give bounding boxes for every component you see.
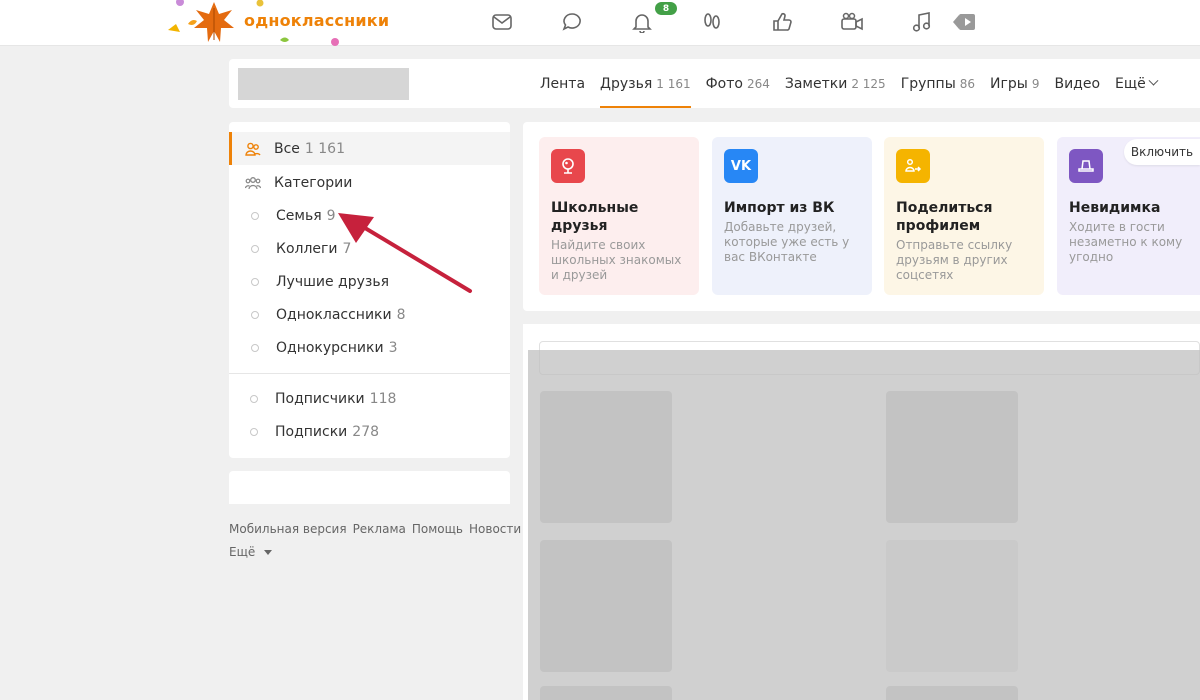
card-description: Найдите своих школьных знакомых и друзей bbox=[551, 238, 682, 282]
footer-link-news[interactable]: Новости bbox=[469, 522, 521, 536]
menu-item-subscribers[interactable]: Подписчики 118 bbox=[229, 382, 510, 415]
footer-links: Мобильная версия Реклама Помощь Новости Ещё bbox=[229, 518, 521, 564]
footer-link-mobile[interactable]: Мобильная версия bbox=[229, 522, 347, 536]
tab-label: Заметки bbox=[784, 75, 848, 92]
menu-item-count: 8 bbox=[396, 306, 406, 323]
discussions-icon[interactable] bbox=[558, 8, 586, 36]
footer-more-label: Ещё bbox=[229, 545, 256, 559]
tab-label: Ещё bbox=[1115, 75, 1146, 92]
menu-item-coursemates[interactable]: Однокурсники 3 bbox=[229, 331, 510, 364]
menu-item-categories[interactable]: Категории bbox=[229, 166, 510, 199]
enable-invisible-button[interactable]: Включить bbox=[1124, 139, 1200, 165]
menu-item-subscriptions[interactable]: Подписки 278 bbox=[229, 415, 510, 448]
notifications-badge: 8 bbox=[654, 1, 678, 16]
share-icon bbox=[896, 149, 930, 183]
footer-link-help[interactable]: Помощь bbox=[412, 522, 463, 536]
profile-name-placeholder bbox=[238, 68, 409, 100]
music-icon[interactable] bbox=[908, 8, 936, 36]
card-title: Невидимка bbox=[1069, 200, 1161, 216]
bullet-icon bbox=[251, 343, 259, 352]
card-description: Добавьте друзей, которые уже есть у вас … bbox=[724, 220, 850, 264]
bullet-icon bbox=[251, 310, 259, 319]
tab-label: Игры bbox=[990, 75, 1028, 92]
likes-icon[interactable] bbox=[768, 8, 796, 36]
tab-video[interactable]: Видео bbox=[1054, 59, 1100, 108]
menu-item-label: Коллеги bbox=[276, 240, 338, 257]
menu-item-label: Подписчики bbox=[275, 390, 365, 407]
footer-link-ads[interactable]: Реклама bbox=[353, 522, 406, 536]
card-share-profile[interactable]: Поделиться профилем Отправьте ссылку дру… bbox=[884, 137, 1044, 295]
empty-widget bbox=[229, 471, 510, 504]
menu-item-classmates[interactable]: Одноклассники 8 bbox=[229, 298, 510, 331]
tab-games[interactable]: Игры 9 bbox=[990, 59, 1039, 108]
profile-header: Лента Друзья 1 161 Фото 264 Заметки 2 125 Г… bbox=[229, 59, 1200, 108]
tab-count: 264 bbox=[746, 76, 770, 91]
tab-notes[interactable]: Заметки 2 125 bbox=[785, 59, 886, 108]
invisible-icon bbox=[1069, 149, 1103, 183]
group-icon bbox=[245, 175, 261, 191]
card-school-friends[interactable]: Школьные друзья Найдите своих школьных з… bbox=[539, 137, 699, 295]
tab-photos[interactable]: Фото 264 bbox=[706, 59, 770, 108]
vk-icon: VK bbox=[724, 149, 758, 183]
tab-count: 2 125 bbox=[851, 76, 886, 91]
bullet-icon bbox=[250, 394, 258, 403]
bullet-icon bbox=[251, 244, 259, 253]
tab-friends[interactable]: Друзья 1 161 bbox=[600, 59, 691, 108]
school-icon bbox=[551, 149, 585, 183]
bullet-icon bbox=[251, 211, 259, 220]
site-logo[interactable]: одноклассники bbox=[160, 0, 390, 46]
chevron-down-icon bbox=[1148, 75, 1159, 86]
menu-item-count: 278 bbox=[352, 423, 380, 440]
notifications-icon[interactable] bbox=[628, 8, 656, 36]
logo-text: одноклассники bbox=[244, 11, 390, 30]
messages-icon[interactable] bbox=[488, 8, 516, 36]
tab-label: Группы bbox=[900, 75, 956, 92]
card-title: Школьные друзья bbox=[551, 200, 639, 234]
menu-divider bbox=[229, 373, 510, 374]
caret-down-icon bbox=[264, 550, 273, 555]
tab-count: 1 161 bbox=[656, 76, 691, 91]
card-title: Поделиться профилем bbox=[896, 200, 993, 234]
tab-label: Видео bbox=[1054, 75, 1101, 92]
menu-item-label: Одноклассники bbox=[276, 306, 392, 323]
tab-feed[interactable]: Лента bbox=[540, 59, 585, 108]
tab-more[interactable]: Ещё bbox=[1115, 59, 1159, 108]
menu-item-count: 1 161 bbox=[304, 140, 346, 157]
profile-tabs: Лента Друзья 1 161 Фото 264 Заметки 2 125 Г… bbox=[540, 59, 1172, 108]
tab-count: 86 bbox=[959, 76, 976, 91]
tab-label: Лента bbox=[540, 75, 586, 92]
tv-icon[interactable] bbox=[950, 8, 978, 36]
users-icon bbox=[245, 141, 261, 157]
video-icon[interactable] bbox=[838, 8, 866, 36]
card-vk-import[interactable]: VK Импорт из ВК Добавьте друзей, которые… bbox=[712, 137, 872, 295]
footer-more[interactable]: Ещё bbox=[229, 545, 278, 559]
dim-overlay bbox=[528, 350, 1200, 700]
menu-item-label: Все bbox=[274, 140, 300, 157]
card-description: Ходите в гости незаметно к кому угодно bbox=[1069, 220, 1183, 264]
top-bar: одноклассники 8 bbox=[0, 0, 1200, 46]
tab-count: 9 bbox=[1031, 76, 1040, 91]
guests-icon[interactable] bbox=[698, 8, 726, 36]
tab-groups[interactable]: Группы 86 bbox=[901, 59, 975, 108]
menu-item-count: 3 bbox=[388, 339, 398, 356]
menu-item-label: Семья bbox=[276, 207, 322, 224]
menu-item-label: Однокурсники bbox=[276, 339, 384, 356]
card-description: Отправьте ссылку друзьям в других соцсет… bbox=[896, 238, 1013, 282]
bullet-icon bbox=[251, 277, 259, 286]
friends-suggestions-panel: Школьные друзья Найдите своих школьных з… bbox=[523, 122, 1200, 311]
tab-label: Фото bbox=[705, 75, 743, 92]
menu-item-count: 118 bbox=[369, 390, 397, 407]
bullet-icon bbox=[250, 427, 258, 436]
menu-item-label: Подписки bbox=[275, 423, 348, 440]
annotation-arrow bbox=[338, 213, 472, 293]
menu-item-label: Категории bbox=[274, 174, 353, 191]
tab-label: Друзья bbox=[600, 75, 653, 92]
menu-item-all[interactable]: Все 1 161 bbox=[229, 132, 510, 165]
card-title: Импорт из ВК bbox=[724, 200, 835, 216]
